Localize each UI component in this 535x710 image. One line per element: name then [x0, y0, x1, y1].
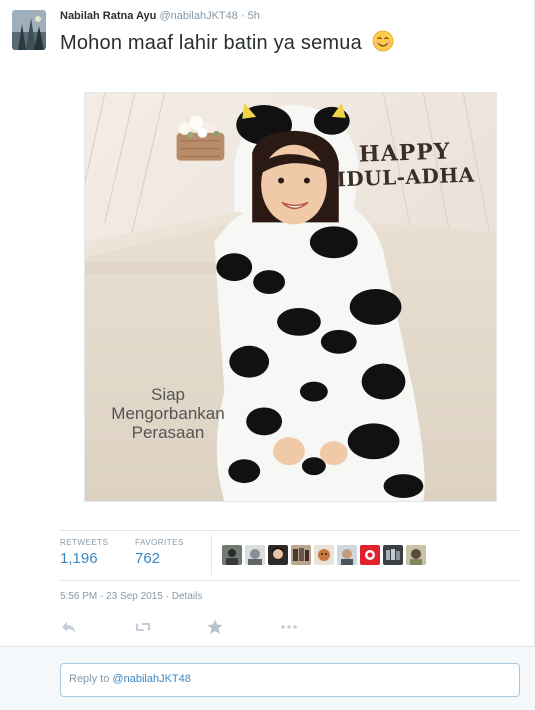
retweets-label: RETWEETS	[60, 538, 109, 547]
photo-greeting: HAPPY IDUL-ADHA	[335, 138, 475, 192]
photo-caption: Siap Mengorbankan Perasaan	[93, 385, 243, 442]
reply-input[interactable]: Reply to @nabilahJKT48	[60, 663, 520, 697]
meta-separator: ·	[165, 591, 169, 602]
tweet-card: Nabilah Ratna Ayu @nabilahJKT48 · 5h Moh…	[0, 0, 535, 646]
tweet-photo[interactable]: HAPPY IDUL-ADHA Siap Mengorbankan Perasa…	[84, 92, 497, 502]
favorited-by-avatars	[222, 545, 426, 565]
stats-separator	[211, 535, 212, 575]
favoriter-avatar[interactable]	[314, 545, 334, 565]
reply-icon[interactable]	[60, 618, 78, 636]
favorites-stat[interactable]: FAVORITES 762	[135, 538, 184, 567]
details-link[interactable]: Details	[172, 591, 203, 602]
avatar[interactable]	[12, 10, 46, 50]
tweet-text: Mohon maaf lahir batin ya semua	[60, 30, 394, 55]
tweet-text-content: Mohon maaf lahir batin ya semua	[60, 32, 362, 54]
favoriter-avatar[interactable]	[406, 545, 426, 565]
tweet-meta: 5:56 PM - 23 Sep 2015 · Details	[60, 591, 202, 602]
greeting-line2: IDUL-ADHA	[335, 162, 475, 192]
tweet-header: Nabilah Ratna Ayu @nabilahJKT48 · 5h	[60, 10, 260, 22]
author-handle[interactable]: @nabilahJKT48	[159, 10, 237, 22]
favoriter-avatar[interactable]	[222, 545, 242, 565]
favoriter-avatar[interactable]	[337, 545, 357, 565]
more-icon[interactable]	[280, 618, 298, 636]
reply-mention: @nabilahJKT48	[112, 673, 191, 685]
tweet-age[interactable]: 5h	[248, 10, 260, 22]
retweets-stat[interactable]: RETWEETS 1,196	[60, 538, 108, 567]
favoriter-avatar[interactable]	[291, 545, 311, 565]
reply-area: Reply to @nabilahJKT48	[0, 646, 535, 710]
caption-line3: Perasaan	[131, 423, 205, 442]
favorite-icon[interactable]	[206, 618, 224, 636]
tweet-actions	[60, 618, 320, 636]
caption-line1: Siap	[150, 385, 186, 404]
stats-top-divider	[60, 530, 520, 531]
header-separator: ·	[240, 10, 245, 22]
reply-prefix: Reply to	[69, 673, 113, 685]
favoriter-avatar[interactable]	[268, 545, 288, 565]
caption-line2: Mengorbankan	[111, 404, 225, 423]
smiling-face-emoji-icon	[372, 30, 394, 52]
author-name[interactable]: Nabilah Ratna Ayu	[60, 10, 156, 22]
avatar-image	[12, 10, 46, 50]
favoriter-avatar[interactable]	[383, 545, 403, 565]
favoriter-avatar[interactable]	[360, 545, 380, 565]
retweet-icon[interactable]	[134, 618, 152, 636]
retweets-count[interactable]: 1,196	[60, 550, 108, 567]
favorites-label: FAVORITES	[135, 538, 184, 547]
tweet-timestamp[interactable]: 5:56 PM - 23 Sep 2015	[60, 591, 163, 602]
favorites-count[interactable]: 762	[135, 550, 184, 567]
stats-bottom-divider	[60, 580, 520, 581]
favoriter-avatar[interactable]	[245, 545, 265, 565]
